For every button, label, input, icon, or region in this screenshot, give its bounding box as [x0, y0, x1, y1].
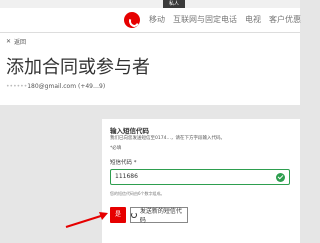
refresh-icon [131, 212, 137, 218]
vodafone-logo-icon[interactable] [124, 12, 140, 28]
sms-code-label: 短信代码 * [110, 160, 137, 166]
sms-code-input[interactable]: 111686 [110, 169, 290, 185]
main-navbar: 移动 互联网与固定电话 电视 客户优惠 [0, 8, 301, 33]
sms-code-value: 111686 [115, 173, 138, 180]
nav-menu: 移动 互联网与固定电话 电视 客户优惠 [149, 14, 301, 25]
nav-item-tv[interactable]: 电视 [245, 14, 261, 25]
page-header: 添加合同或参与者 [0, 49, 300, 105]
check-icon [276, 173, 285, 182]
code-hint: 您的短信代码由6个数字组成。 [110, 191, 165, 196]
nav-item-mobile[interactable]: 移动 [149, 14, 165, 25]
account-phone: (+49…9) [78, 83, 106, 90]
card-description: 我们已向您发送短信至0174…，请在下方字段输入代码。 [110, 136, 225, 141]
confirm-button[interactable]: 是 [110, 207, 126, 223]
email-blurred-prefix: •••••• [6, 83, 28, 90]
sms-code-card: 输入短信代码 我们已向您发送短信至0174…，请在下方字段输入代码。 *必填 短… [102, 119, 300, 243]
resend-label: 发送新的短信代码 [139, 208, 182, 224]
private-tab[interactable]: 私人 [163, 0, 185, 8]
nav-item-internet[interactable]: 互联网与固定电话 [173, 14, 237, 25]
back-label: 返回 [14, 39, 27, 46]
subheader: ✕ 返回 [0, 33, 300, 49]
back-link[interactable]: ✕ 返回 [6, 37, 26, 46]
card-title: 输入短信代码 [110, 127, 149, 135]
account-info: ••••••180@gmail.com (+49…9) [6, 83, 105, 90]
nav-item-offers[interactable]: 客户优惠 [269, 14, 301, 25]
resend-code-button[interactable]: 发送新的短信代码 [130, 207, 188, 224]
close-icon: ✕ [6, 38, 12, 45]
page-title: 添加合同或参与者 [6, 57, 150, 78]
account-email: 180@gmail.com [27, 83, 77, 90]
top-strip: 私人 [0, 0, 300, 8]
annotation-arrow-icon [65, 212, 108, 228]
required-note: *必填 [110, 146, 122, 151]
